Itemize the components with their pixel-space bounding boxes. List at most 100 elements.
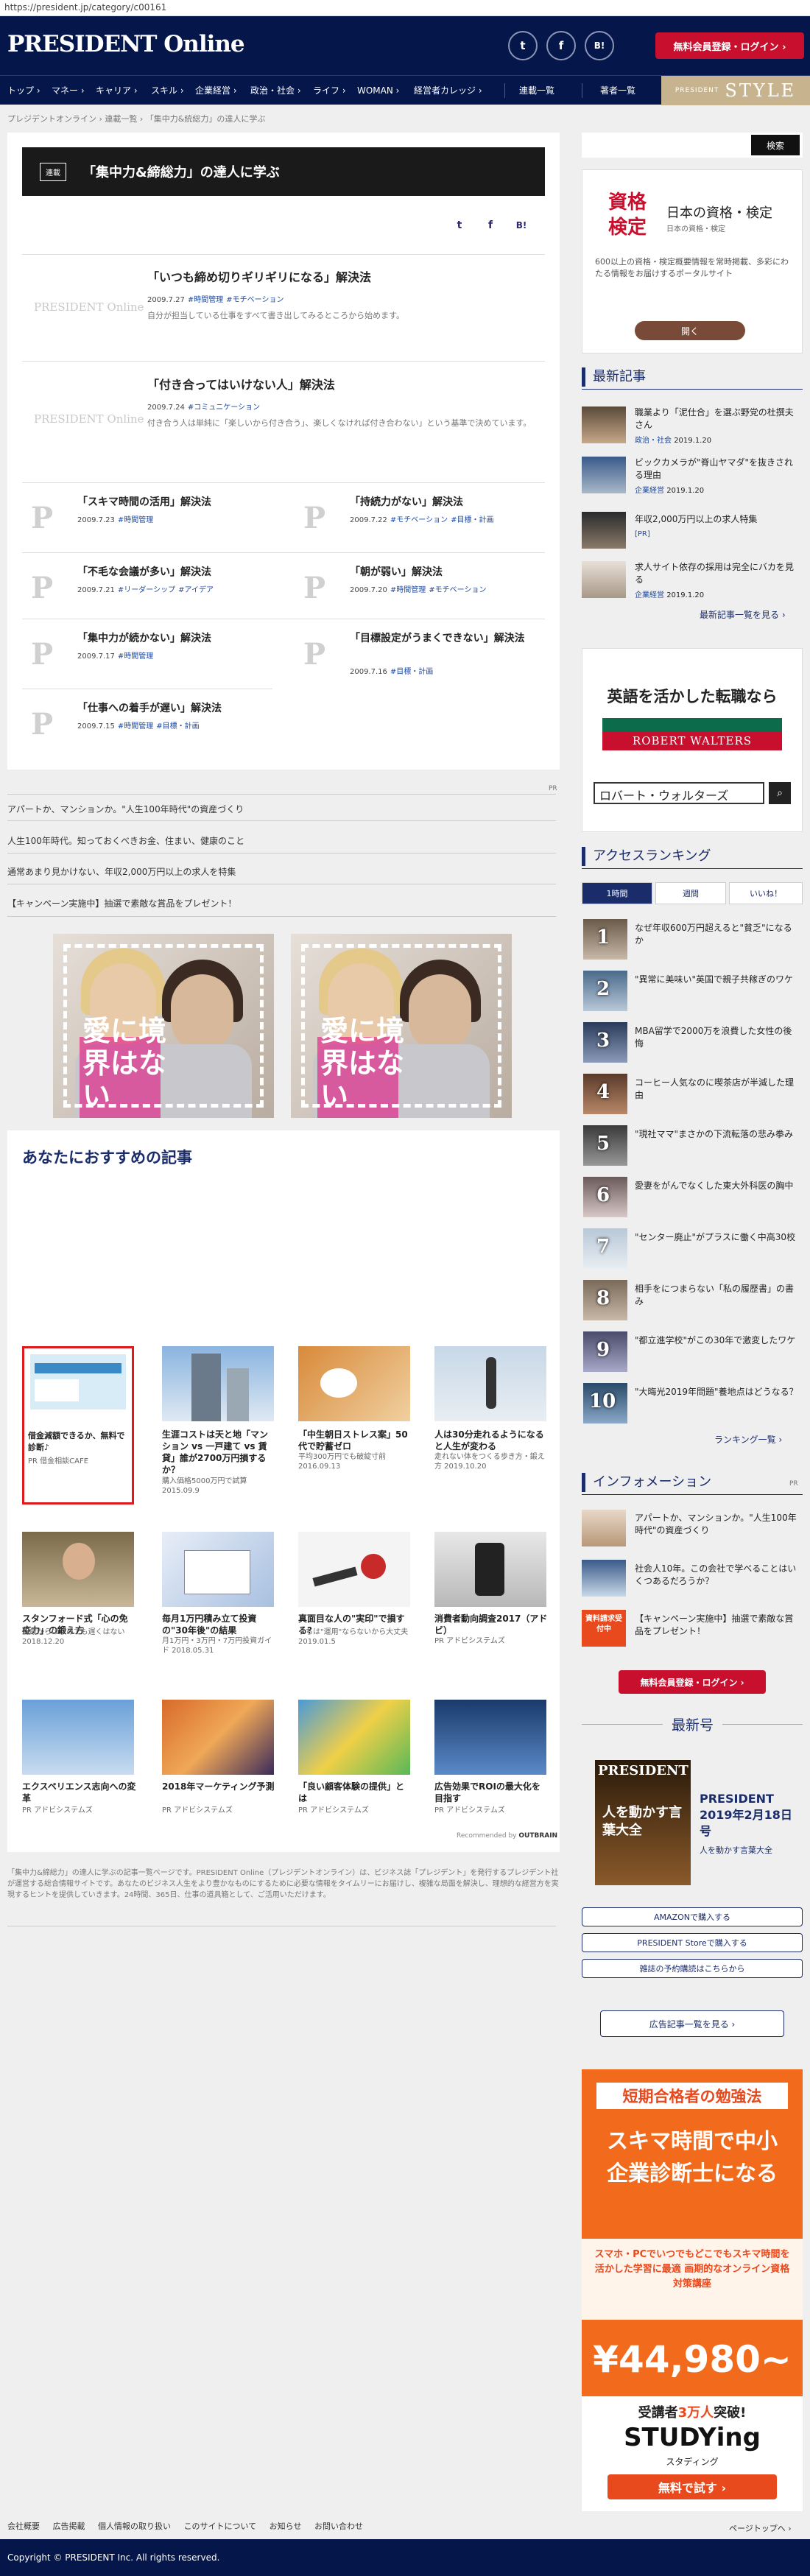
card-image[interactable] <box>434 1700 546 1775</box>
nav-skill[interactable]: スキル › <box>151 76 184 105</box>
news-title[interactable]: ビックカメラが"脊山ヤマダ"を抜きされる理由 <box>635 457 800 482</box>
tag-link[interactable]: #コミュニケーション <box>188 404 260 412</box>
hatena-icon[interactable]: B! <box>585 31 614 60</box>
nav-money[interactable]: マネー › <box>52 76 85 105</box>
tab-weekly[interactable]: 週間 <box>655 882 726 904</box>
ranking-title[interactable]: "大晦光2019年問題"養地点はどうなる？ <box>635 1386 800 1398</box>
news-title[interactable]: 年収2,000万円以上の求人特集 <box>635 513 800 526</box>
info-register-button[interactable]: 無料会員登録・ログイン › <box>619 1670 766 1694</box>
ranking-thumbnail[interactable]: 7 <box>583 1228 627 1269</box>
tag-link[interactable]: #モチベーション <box>429 586 486 594</box>
pr-link[interactable]: 通常あまり見かけない、年収2,000万円以上の求人を特集 <box>7 865 236 878</box>
card-image[interactable] <box>22 1532 134 1607</box>
article-title[interactable]: 「付き合ってはいけない人」解決法 <box>147 377 335 393</box>
ad-open-button[interactable]: 開く <box>635 321 745 340</box>
tab-hourly[interactable]: 1時間 <box>582 882 652 904</box>
news-category[interactable]: 企業経営 <box>635 591 664 599</box>
card-image[interactable] <box>162 1532 274 1607</box>
card-title[interactable]: 「中生朝日ストレス案」50代で貯蓄ゼロ <box>298 1429 412 1452</box>
latest-more-link[interactable]: 最新記事一覧を見る › <box>700 608 786 621</box>
share-hatena-icon[interactable]: B! <box>508 212 535 239</box>
ranking-title[interactable]: MBA留学で2000万を浪費した女性の後悔 <box>635 1025 800 1050</box>
tag-link[interactable]: #時間管理 <box>118 652 153 661</box>
footer-link-news[interactable]: お知らせ <box>270 2522 302 2531</box>
card-image[interactable] <box>434 1346 546 1421</box>
buy-amazon-button[interactable]: AMAZONで購入する <box>582 1907 803 1926</box>
ranking-thumbnail[interactable]: 3 <box>583 1022 627 1063</box>
magazine-cover[interactable]: PRESIDENT 人を動かす言葉大全 <box>595 1760 691 1885</box>
card-image[interactable] <box>298 1532 410 1607</box>
tab-likes[interactable]: いいね！ <box>729 882 803 904</box>
card-image[interactable] <box>22 1700 134 1775</box>
twitter-icon[interactable]: t <box>508 31 538 60</box>
ranking-thumbnail[interactable]: 5 <box>583 1125 627 1166</box>
card-title[interactable]: 借金減額できるか、無料で診断♪ <box>28 1430 131 1454</box>
ranking-title[interactable]: コーヒー人気なのに喫茶店が半減した理由 <box>635 1077 800 1102</box>
article-thumbnail[interactable]: PRESIDENT Online <box>34 412 144 426</box>
footer-link-contact[interactable]: お問い合わせ <box>314 2522 363 2531</box>
card-image[interactable] <box>162 1700 274 1775</box>
search-icon[interactable]: ⌕ <box>769 782 791 804</box>
tag-link[interactable]: #目標・計画 <box>156 722 199 731</box>
ad-card[interactable] <box>22 1346 134 1505</box>
ranking-title[interactable]: なぜ年収600万円超えると"貧乏"になるか <box>635 922 800 947</box>
footer-link-about[interactable]: このサイトについて <box>184 2522 257 2531</box>
facebook-icon[interactable]: f <box>546 31 576 60</box>
news-category[interactable]: 政治・社会 <box>635 437 672 445</box>
card-title[interactable]: 毎月1万円積み立て投資の"30年後"の結果 <box>162 1613 276 1636</box>
display-ad[interactable]: 愛に境界はない <box>53 934 274 1118</box>
info-badge[interactable]: 資料請求受付中 <box>582 1610 626 1647</box>
ad-search-box[interactable]: ロバート・ウォルターズ <box>594 782 764 804</box>
card-title[interactable]: 広告効果でROIの最大化を目指す <box>434 1781 549 1804</box>
nav-politics[interactable]: 政治・社会 › <box>250 76 301 105</box>
card-title[interactable]: エクスペリエンス志向への変革 <box>22 1781 136 1804</box>
article-title[interactable]: 「不毛な会議が多い」解決法 <box>77 565 269 580</box>
card-title[interactable]: 消費者動向調査2017（アドビ） <box>434 1613 549 1636</box>
card-image[interactable] <box>298 1700 410 1775</box>
card-title[interactable]: 2018年マーケティング予測 <box>162 1781 276 1792</box>
ranking-title[interactable]: "センター廃止"がプラスに働く中高30校 <box>635 1231 800 1244</box>
news-category[interactable]: 企業経営 <box>635 487 664 495</box>
share-twitter-icon[interactable]: t <box>446 212 473 239</box>
search-button[interactable]: 検索 <box>751 135 800 155</box>
card-title[interactable]: 人は30分走れるようになると人生が変わる <box>434 1429 549 1452</box>
page-top-link[interactable]: ページトップへ › <box>729 2522 792 2534</box>
footer-link-company[interactable]: 会社概要 <box>7 2522 40 2531</box>
card-image[interactable] <box>298 1346 410 1421</box>
article-title[interactable]: 「朝が弱い」解決法 <box>350 565 541 580</box>
ranking-title[interactable]: 愛妻をがんでなくした東大外科医の胸中 <box>635 1180 800 1192</box>
ad-list-button[interactable]: 広告記事一覧を見る › <box>600 2010 784 2037</box>
tag-link[interactable]: #目標・計画 <box>390 668 433 676</box>
news-thumbnail[interactable] <box>582 561 626 598</box>
nav-woman[interactable]: WOMAN › <box>357 76 399 105</box>
site-logo[interactable]: PRESIDENT Online <box>7 31 245 57</box>
ranking-thumbnail[interactable]: 4 <box>583 1074 627 1114</box>
article-thumbnail[interactable]: PRESIDENT Online <box>34 300 144 314</box>
info-title[interactable]: 社会人10年。この会社で学べることはいくつあるだろうか？ <box>635 1563 800 1588</box>
buy-store-button[interactable]: PRESIDENT Storeで購入する <box>582 1933 803 1952</box>
card-image[interactable] <box>434 1532 546 1607</box>
article-title[interactable]: 「集中力が続かない」解決法 <box>77 631 269 646</box>
news-thumbnail[interactable] <box>582 457 626 493</box>
info-thumbnail[interactable] <box>582 1510 626 1546</box>
news-title[interactable]: 職業より「泥仕合」を選ぶ野党の杜撰夫さん <box>635 407 800 432</box>
pr-link[interactable]: アパートか、マンションか。"人生100年時代"の資産づくり <box>7 803 244 815</box>
recommended-by[interactable]: Recommended by OUTBRAIN <box>457 1832 557 1840</box>
display-ad[interactable]: 愛に境界はない <box>291 934 512 1118</box>
subscribe-button[interactable]: 雑誌の予約購読はこちらから <box>582 1959 803 1978</box>
nav-life[interactable]: ライフ › <box>313 76 346 105</box>
register-login-button[interactable]: 無料会員登録・ログイン › <box>655 32 804 59</box>
article-title[interactable]: 「スキマ時間の活用」解決法 <box>77 495 269 510</box>
ranking-thumbnail[interactable]: 6 <box>583 1177 627 1217</box>
ranking-thumbnail[interactable]: 10 <box>583 1383 627 1424</box>
card-title[interactable]: 生涯コストは天と地「マンション vs 一戸建て vs 賃貸」誰が2700万円損す… <box>162 1429 276 1476</box>
ranking-thumbnail[interactable]: 8 <box>583 1280 627 1320</box>
footer-link-privacy[interactable]: 個人情報の取り扱い <box>98 2522 171 2531</box>
news-title[interactable]: 求人サイト依存の採用は完全にバカを見る <box>635 561 800 586</box>
footer-link-ads[interactable]: 広告掲載 <box>53 2522 85 2531</box>
tag-link[interactable]: #アイデア <box>178 586 214 594</box>
nav-top[interactable]: トップ › <box>7 76 40 105</box>
info-thumbnail[interactable] <box>582 1560 626 1597</box>
article-title[interactable]: 「仕事への着手が遅い」解決法 <box>77 701 269 716</box>
nav-authors[interactable]: 著者一覧 <box>600 76 635 105</box>
